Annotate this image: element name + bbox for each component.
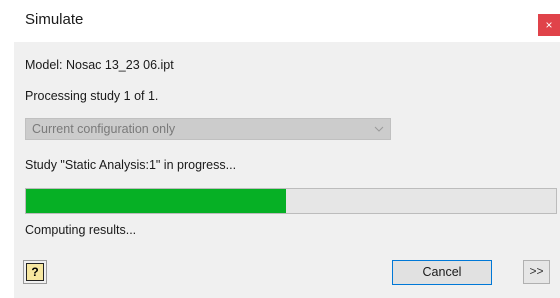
chevron-down-icon bbox=[374, 126, 384, 132]
model-label: Model: Nosac 13_23 06.ipt bbox=[25, 58, 174, 72]
help-button[interactable]: ? bbox=[23, 260, 47, 284]
study-status: Study "Static Analysis:1" in progress... bbox=[25, 158, 237, 172]
cancel-button[interactable]: Cancel bbox=[392, 260, 492, 285]
processing-status: Processing study 1 of 1. bbox=[25, 89, 159, 103]
window-title: Simulate bbox=[25, 11, 84, 28]
close-icon: × bbox=[545, 18, 553, 32]
help-icon: ? bbox=[31, 265, 39, 279]
close-button[interactable]: × bbox=[538, 14, 560, 36]
progress-bar-fill bbox=[26, 189, 286, 213]
title-bar: Simulate × bbox=[14, 0, 560, 42]
configuration-select-value: Current configuration only bbox=[32, 122, 176, 136]
expand-button[interactable]: >> bbox=[523, 260, 550, 284]
computing-status: Computing results... bbox=[25, 223, 137, 237]
progress-bar bbox=[25, 188, 557, 214]
simulate-dialog: Simulate × Model: Nosac 13_23 06.ipt Pro… bbox=[14, 0, 560, 298]
configuration-select: Current configuration only bbox=[25, 118, 391, 140]
